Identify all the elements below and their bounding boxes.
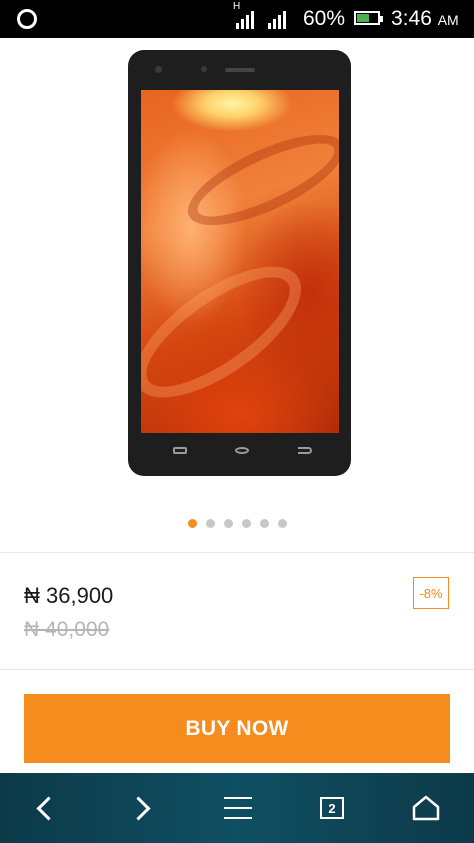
forward-icon[interactable]	[120, 773, 156, 843]
status-bar: H 60% 3:46 AM	[0, 0, 474, 38]
product-phone-image	[128, 50, 351, 476]
signal-icon-1	[236, 9, 254, 29]
product-image-carousel[interactable]	[0, 38, 474, 508]
divider	[0, 669, 474, 670]
app-notification-icon	[17, 9, 37, 29]
divider	[0, 552, 474, 553]
home-icon[interactable]	[408, 773, 444, 843]
phone-softkeys	[128, 442, 351, 462]
tabs-icon[interactable]: 2	[316, 773, 348, 843]
old-price: ₦ 40,000	[24, 618, 110, 641]
phone-wallpaper	[141, 90, 339, 433]
carousel-dot[interactable]	[224, 519, 233, 528]
clock-ampm: AM	[437, 12, 459, 28]
front-camera	[155, 66, 162, 73]
clock-time: 3:46	[391, 7, 432, 30]
battery-percent: 60%	[303, 7, 346, 30]
carousel-indicator[interactable]	[188, 519, 287, 528]
carousel-dot[interactable]	[278, 519, 287, 528]
browser-toolbar: 2	[0, 773, 474, 843]
earpiece	[225, 68, 255, 72]
carousel-dot[interactable]	[188, 519, 197, 528]
menu-icon[interactable]	[220, 773, 256, 843]
tab-count: 2	[320, 797, 344, 819]
back-key-icon	[298, 447, 312, 454]
home-key-icon	[235, 447, 249, 454]
carousel-dot[interactable]	[206, 519, 215, 528]
signal-icon-2	[268, 9, 286, 29]
buy-now-button[interactable]: BUY NOW	[24, 694, 450, 763]
clock: 3:46 AM	[391, 7, 459, 31]
battery-icon	[354, 11, 383, 25]
discount-badge: -8%	[413, 577, 449, 609]
menu-key-icon	[173, 447, 187, 454]
back-icon[interactable]	[30, 773, 66, 843]
carousel-dot[interactable]	[260, 519, 269, 528]
sensor	[201, 66, 207, 72]
current-price: ₦ 36,900	[24, 583, 114, 608]
carousel-dot[interactable]	[242, 519, 251, 528]
